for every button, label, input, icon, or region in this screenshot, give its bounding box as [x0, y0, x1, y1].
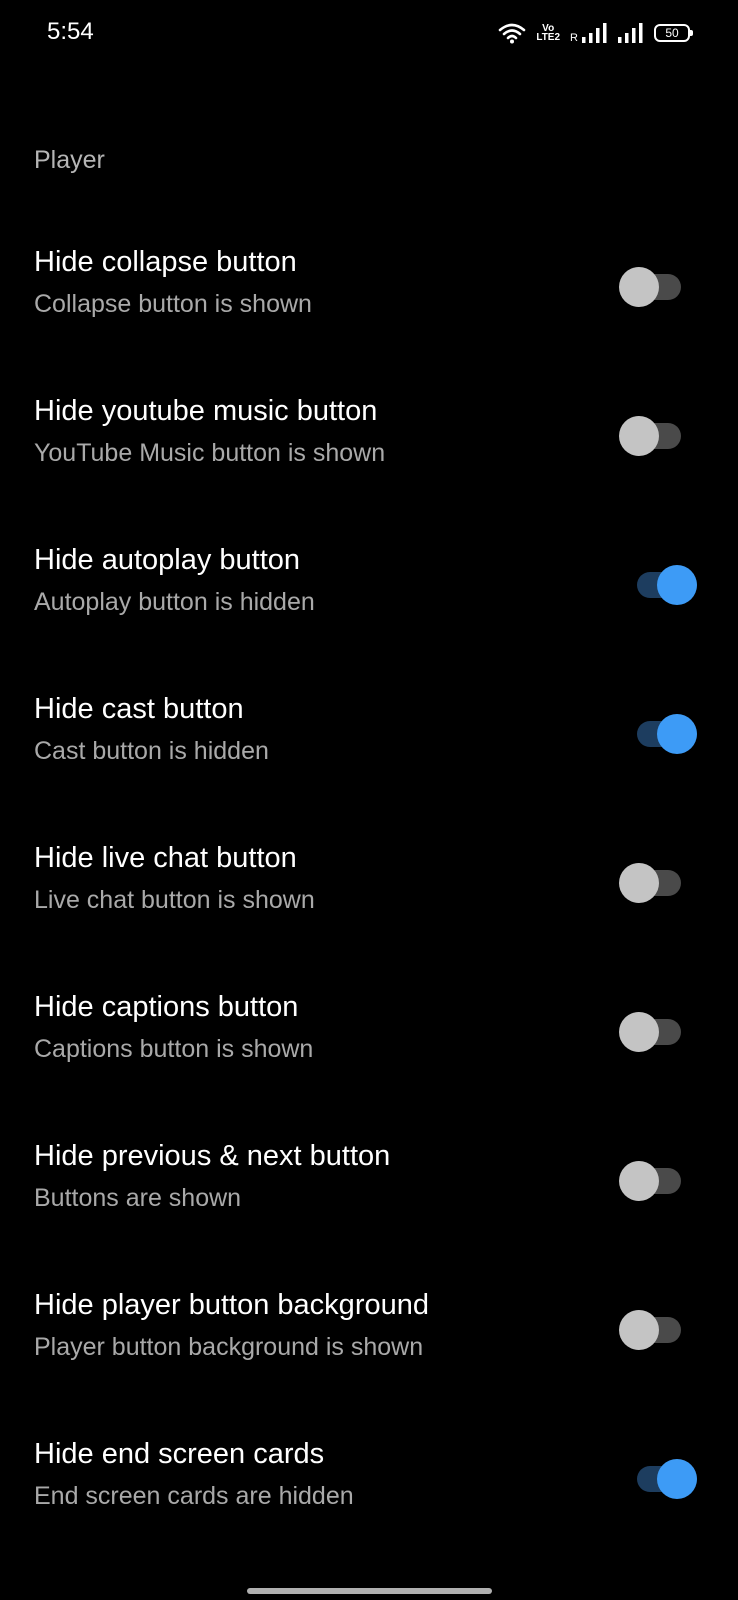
- setting-title: Hide previous & next button: [34, 1140, 391, 1172]
- volte-bottom-label: LTE2: [536, 32, 561, 43]
- setting-row[interactable]: Hide youtube music button YouTube Music b…: [0, 375, 738, 524]
- toggle-switch[interactable]: [619, 1458, 697, 1500]
- setting-summary: Player button background is shown: [34, 1333, 424, 1361]
- setting-summary: Collapse button is shown: [34, 290, 312, 318]
- setting-row[interactable]: Hide previous & next button Buttons are s…: [0, 1120, 738, 1269]
- setting-title: Hide cast button: [34, 693, 244, 725]
- toggle-thumb: [619, 863, 659, 903]
- status-time: 5:54: [47, 18, 94, 45]
- status-icons: Vo LTE2 R 50: [498, 18, 693, 48]
- setting-title: Hide end screen cards: [34, 1438, 325, 1470]
- toggle-thumb: [619, 267, 659, 307]
- toggle-thumb: [619, 1012, 659, 1052]
- toggle-thumb: [657, 1459, 697, 1499]
- setting-summary: YouTube Music button is shown: [34, 439, 386, 467]
- setting-title: Hide live chat button: [34, 842, 297, 874]
- setting-row[interactable]: Hide collapse button Collapse button is s…: [0, 226, 738, 375]
- toggle-thumb: [619, 416, 659, 456]
- setting-title: Hide collapse button: [34, 246, 297, 278]
- toggle-switch[interactable]: [619, 564, 697, 606]
- home-indicator[interactable]: [247, 1588, 492, 1594]
- setting-summary: End screen cards are hidden: [34, 1482, 354, 1510]
- setting-title: Hide player button background: [34, 1289, 429, 1321]
- status-bar: 5:54 Vo LTE2 R 50: [0, 0, 738, 70]
- section-title: Player: [34, 146, 105, 174]
- roaming-indicator: R: [570, 32, 578, 44]
- setting-title: Hide captions button: [34, 991, 299, 1023]
- toggle-switch[interactable]: [619, 713, 697, 755]
- toggle-switch[interactable]: [619, 1160, 683, 1202]
- toggle-switch[interactable]: [619, 266, 683, 308]
- setting-row[interactable]: Hide cast button Cast button is hidden: [0, 673, 738, 822]
- setting-row[interactable]: Hide live chat button Live chat button is…: [0, 822, 738, 971]
- toggle-thumb: [619, 1161, 659, 1201]
- setting-summary: Buttons are shown: [34, 1184, 242, 1212]
- battery-icon: 50: [654, 24, 693, 42]
- setting-summary: Captions button is shown: [34, 1035, 314, 1063]
- setting-summary: Live chat button is shown: [34, 886, 315, 914]
- setting-row[interactable]: Hide end screen cards End screen cards ar…: [0, 1418, 738, 1567]
- setting-summary: Cast button is hidden: [34, 737, 269, 765]
- setting-summary: Autoplay button is hidden: [34, 588, 315, 616]
- toggle-switch[interactable]: [619, 1309, 683, 1351]
- toggle-thumb: [657, 714, 697, 754]
- toggle-switch[interactable]: [619, 862, 683, 904]
- signal-icon: R: [570, 22, 608, 44]
- toggle-switch[interactable]: [619, 1011, 683, 1053]
- settings-list: Hide collapse button Collapse button is s…: [0, 226, 738, 1567]
- toggle-switch[interactable]: [619, 415, 683, 457]
- toggle-thumb: [657, 565, 697, 605]
- signal-icon: [618, 22, 644, 44]
- wifi-icon: [498, 22, 526, 44]
- setting-title: Hide autoplay button: [34, 544, 301, 576]
- setting-row[interactable]: Hide autoplay button Autoplay button is h…: [0, 524, 738, 673]
- setting-row[interactable]: Hide captions button Captions button is s…: [0, 971, 738, 1120]
- toggle-thumb: [619, 1310, 659, 1350]
- setting-title: Hide youtube music button: [34, 395, 378, 427]
- setting-row[interactable]: Hide player button background Player butt…: [0, 1269, 738, 1418]
- volte-icon: Vo LTE2: [536, 24, 561, 43]
